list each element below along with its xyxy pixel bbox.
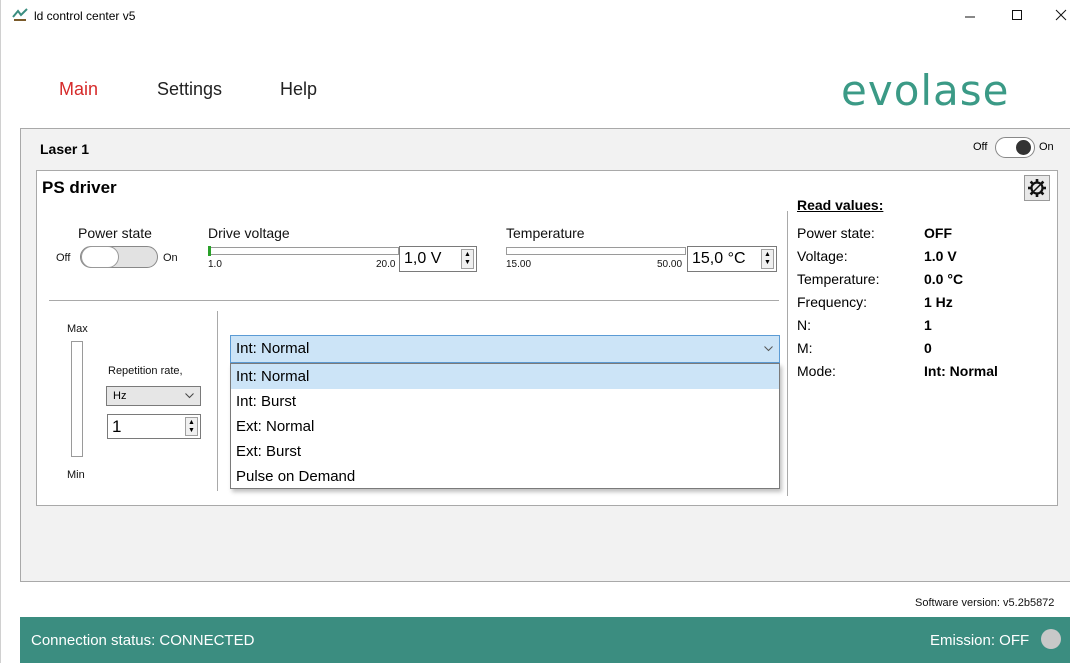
repetition-rate-value: 1 <box>112 417 122 436</box>
drive-voltage-label: Drive voltage <box>208 225 290 241</box>
spin-up-icon[interactable]: ▲ <box>188 419 195 427</box>
temperature-min: 15.00 <box>506 259 532 270</box>
temperature-value: 15,0 °C <box>692 250 746 267</box>
temperature-slider[interactable] <box>506 247 686 255</box>
gear-icon <box>1028 179 1046 197</box>
mode-combobox[interactable]: Int: Normal <box>230 335 780 363</box>
menu-item-help[interactable]: Help <box>280 79 317 100</box>
read-n-label: N: <box>797 317 811 333</box>
read-mode-value: Int: Normal <box>924 363 998 379</box>
chevron-down-icon <box>764 346 773 352</box>
rate-meter-bar <box>71 341 83 457</box>
read-n-value: 1 <box>924 317 932 333</box>
read-voltage-label: Voltage: <box>797 248 848 264</box>
emission-status: Emission: OFF <box>930 632 1030 649</box>
read-values-title: Read values: <box>797 197 884 213</box>
app-window: ld control center v5 Main Settings Help … <box>0 0 1070 663</box>
laser-toggle[interactable] <box>995 137 1035 158</box>
mode-option-int-burst[interactable]: Int: Burst <box>231 389 779 414</box>
divider <box>49 300 779 301</box>
temperature-max: 50.00 <box>657 259 683 270</box>
power-state-knob <box>81 246 119 268</box>
read-temperature-label: Temperature: <box>797 271 880 287</box>
close-icon <box>1055 9 1067 21</box>
ps-driver-title: PS driver <box>42 178 117 197</box>
repetition-spin-buttons[interactable]: ▲ ▼ <box>185 417 198 436</box>
drive-voltage-max: 20.0 <box>376 259 396 270</box>
read-power-state-label: Power state: <box>797 225 875 241</box>
power-state-label: Power state <box>78 225 152 241</box>
rate-unit-value: Hz <box>113 390 127 402</box>
menu-item-settings[interactable]: Settings <box>157 79 222 100</box>
temperature-label: Temperature <box>506 225 585 241</box>
power-state-toggle[interactable] <box>80 246 158 268</box>
spin-up-icon[interactable]: ▲ <box>764 251 771 259</box>
mode-selected-value: Int: Normal <box>236 340 310 357</box>
spin-up-icon[interactable]: ▲ <box>464 251 471 259</box>
maximize-button[interactable] <box>995 0 1039 30</box>
read-mode-label: Mode: <box>797 363 836 379</box>
mode-dropdown-list: Int: Normal Int: Burst Ext: Normal Ext: … <box>230 363 780 489</box>
read-power-state-value: OFF <box>924 225 952 241</box>
repetition-rate-label: Repetition rate, <box>108 365 183 377</box>
laser-toggle-knob <box>1016 140 1031 155</box>
read-frequency-value: 1 Hz <box>924 294 953 310</box>
close-button[interactable] <box>1039 0 1070 30</box>
menu-item-main[interactable]: Main <box>59 79 98 100</box>
minimize-icon <box>965 16 975 18</box>
laser-title: Laser 1 <box>40 141 90 157</box>
divider <box>217 311 218 491</box>
drive-voltage-value: 1,0 V <box>404 250 442 267</box>
read-temperature-value: 0.0 °C <box>924 271 964 287</box>
software-version: Software version: v5.2b5872 <box>915 597 1055 609</box>
repetition-rate-spinbox[interactable]: 1 ▲ ▼ <box>107 414 201 439</box>
meter-max-label: Max <box>67 323 88 335</box>
drive-voltage-spin-buttons[interactable]: ▲ ▼ <box>461 249 474 269</box>
mode-option-pulse-on-demand[interactable]: Pulse on Demand <box>231 464 779 489</box>
read-m-value: 0 <box>924 340 932 356</box>
chevron-down-icon <box>185 393 194 399</box>
connection-status: Connection status: CONNECTED <box>31 632 255 649</box>
power-off-label: Off <box>56 252 71 264</box>
laser-toggle-off-label: Off <box>973 141 988 153</box>
mode-option-int-normal[interactable]: Int: Normal <box>231 364 779 389</box>
laser-toggle-on-label: On <box>1039 141 1054 153</box>
spin-down-icon[interactable]: ▼ <box>188 427 195 435</box>
minimize-button[interactable] <box>948 0 992 30</box>
power-on-label: On <box>163 252 178 264</box>
drive-voltage-spinbox[interactable]: 1,0 V ▲ ▼ <box>399 246 477 272</box>
divider <box>787 211 788 496</box>
title-bar: ld control center v5 <box>1 0 1070 30</box>
maximize-icon <box>1012 10 1022 20</box>
drive-voltage-slider[interactable] <box>208 246 399 256</box>
app-logo-icon <box>12 8 28 21</box>
read-voltage-value: 1.0 V <box>924 248 957 264</box>
temperature-spin-buttons[interactable]: ▲ ▼ <box>761 249 774 269</box>
window-title: ld control center v5 <box>34 9 136 23</box>
emission-indicator-icon <box>1041 629 1061 649</box>
temperature-spinbox[interactable]: 15,0 °C ▲ ▼ <box>687 246 777 272</box>
meter-min-label: Min <box>67 469 85 481</box>
mode-option-ext-burst[interactable]: Ext: Burst <box>231 439 779 464</box>
status-bar: Connection status: CONNECTED Emission: O… <box>20 617 1070 663</box>
mode-option-ext-normal[interactable]: Ext: Normal <box>231 414 779 439</box>
drive-voltage-min: 1.0 <box>208 259 222 270</box>
read-m-label: M: <box>797 340 813 356</box>
ps-driver-panel: PS driver Power state Off On Drive volta… <box>36 170 1058 506</box>
rate-unit-select[interactable]: Hz <box>106 386 201 406</box>
spin-down-icon[interactable]: ▼ <box>764 259 771 267</box>
driver-settings-button[interactable] <box>1024 175 1050 201</box>
brand-logo: evolase <box>841 66 1010 115</box>
drive-voltage-slider-thumb[interactable] <box>208 246 211 256</box>
spin-down-icon[interactable]: ▼ <box>464 259 471 267</box>
read-frequency-label: Frequency: <box>797 294 868 310</box>
